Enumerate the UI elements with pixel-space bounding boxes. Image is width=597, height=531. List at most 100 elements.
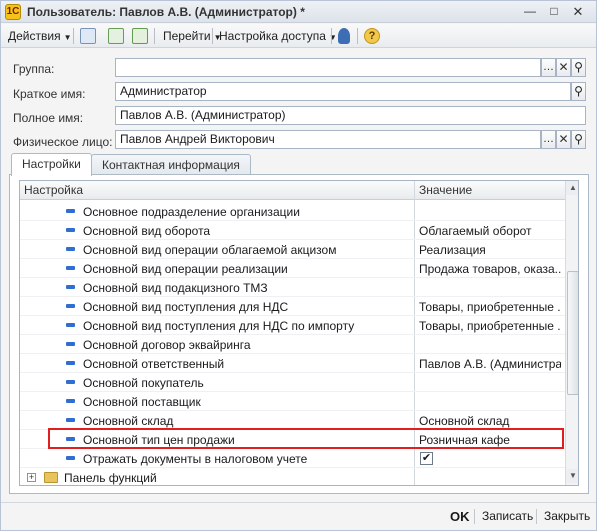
close-icon[interactable]: ✕ xyxy=(569,3,587,20)
toolbar-divider xyxy=(73,28,74,44)
group-search-icon[interactable]: ⚲ xyxy=(571,58,586,77)
toolbar-divider xyxy=(357,28,358,44)
table-row[interactable]: Основной вид операции облагаемой акцизом… xyxy=(20,240,565,259)
table-row[interactable]: Основной вид поступления для НДС Товары, … xyxy=(20,297,565,316)
setting-icon xyxy=(66,361,75,365)
setting-value[interactable]: Продажа товаров, оказа... xyxy=(419,262,561,276)
setting-value[interactable]: Реализация xyxy=(419,243,561,257)
setting-name: Основной покупатель xyxy=(83,376,204,390)
setting-name: Отражать документы в налоговом учете xyxy=(83,452,308,466)
setting-value[interactable]: Облагаемый оборот xyxy=(419,224,561,238)
copy-icon[interactable] xyxy=(132,28,148,44)
setting-name: Основной вид операции облагаемой акцизом xyxy=(83,243,337,257)
table-row[interactable]: Отражать документы в налоговом учете ✔ xyxy=(20,449,565,468)
table-row[interactable]: Основной вид оборота Облагаемый оборот xyxy=(20,221,565,240)
setting-icon xyxy=(66,380,75,384)
setting-name: Основной поставщик xyxy=(83,395,201,409)
minimize-icon[interactable]: — xyxy=(521,3,539,20)
footer-divider xyxy=(474,509,475,524)
access-settings-button[interactable]: Настройка доступа ▼ xyxy=(216,27,340,45)
setting-icon xyxy=(66,209,75,213)
person-clear-icon[interactable]: ✕ xyxy=(556,130,571,149)
setting-icon xyxy=(66,399,75,403)
app-icon: 1С xyxy=(5,4,21,20)
maximize-icon[interactable]: □ xyxy=(545,3,563,20)
save-button[interactable]: Записать xyxy=(482,508,533,525)
person-search-icon[interactable]: ⚲ xyxy=(571,130,586,149)
setting-name: Основной договор эквайринга xyxy=(83,338,251,352)
checkbox[interactable]: ✔ xyxy=(420,452,433,465)
access-settings-label: Настройка доступа xyxy=(219,29,326,43)
scroll-thumb[interactable] xyxy=(567,271,578,395)
setting-name: Основной склад xyxy=(83,414,174,428)
setting-name: Основное подразделение организации xyxy=(83,205,300,219)
actions-menu-label: Действия xyxy=(8,29,61,43)
write-and-close-icon[interactable] xyxy=(80,28,96,44)
setting-value[interactable]: Товары, приобретенные ... xyxy=(419,319,561,333)
setting-name: Основной вид поступления для НДС xyxy=(83,300,289,314)
person-select-button[interactable]: … xyxy=(541,130,556,149)
table-row[interactable]: Основной ответственный Павлов А.В. (Админ… xyxy=(20,354,565,373)
setting-icon xyxy=(66,285,75,289)
tab-contact-info[interactable]: Контактная информация xyxy=(91,154,251,175)
group-select-button[interactable]: … xyxy=(541,58,556,77)
person-field[interactable]: Павлов Андрей Викторович xyxy=(115,130,541,149)
table-row[interactable]: Основной вид поступления для НДС по импо… xyxy=(20,316,565,335)
table-row[interactable]: Основной покупатель xyxy=(20,373,565,392)
setting-name: Основной вид оборота xyxy=(83,224,211,238)
setting-name: Основной ответственный xyxy=(83,357,225,371)
group-field[interactable] xyxy=(115,58,541,77)
short-name-search-icon[interactable]: ⚲ xyxy=(571,82,586,101)
help-icon[interactable]: ? xyxy=(364,28,380,44)
setting-value[interactable]: Основной склад xyxy=(419,414,561,428)
setting-name: Основной вид поступления для НДС по импо… xyxy=(83,319,355,333)
setting-icon xyxy=(66,456,75,460)
folder-icon xyxy=(44,472,58,483)
table-row[interactable]: Основной вид подакцизного ТМЗ xyxy=(20,278,565,297)
setting-name: Основной вид операции реализации xyxy=(83,262,288,276)
actions-menu-button[interactable]: Действия ▼ xyxy=(5,27,75,45)
full-name-field[interactable]: Павлов А.В. (Администратор) xyxy=(115,106,586,125)
toolbar-divider xyxy=(154,28,155,44)
table-row[interactable]: Основной поставщик xyxy=(20,392,565,411)
group-clear-icon[interactable]: ✕ xyxy=(556,58,571,77)
person-label: Физическое лицо: xyxy=(13,135,113,149)
refresh-icon[interactable] xyxy=(108,28,124,44)
window-title: Пользователь: Павлов А.В. (Администратор… xyxy=(27,5,305,19)
toolbar: Действия ▼ Перейти ▼ Настройка доступа ▼ ? xyxy=(1,24,596,48)
setting-icon xyxy=(66,342,75,346)
setting-value[interactable]: Павлов А.В. (Администра... xyxy=(419,357,561,371)
full-name-label: Полное имя: xyxy=(13,111,84,125)
group-label: Группа: xyxy=(13,62,55,76)
go-menu-button[interactable]: Перейти ▼ xyxy=(160,27,224,45)
folder-name: Панель функций xyxy=(64,471,157,485)
table-row[interactable]: + Панель функций xyxy=(20,468,565,485)
column-header-setting[interactable]: Настройка xyxy=(24,183,83,197)
grid-scrollbar[interactable]: ▲ ▼ xyxy=(565,181,578,485)
setting-icon xyxy=(66,228,75,232)
setting-icon xyxy=(66,418,75,422)
grid-header: Настройка Значение xyxy=(20,181,578,200)
table-row[interactable]: Основное подразделение организации xyxy=(20,202,565,221)
title-bar: 1С Пользователь: Павлов А.В. (Администра… xyxy=(1,1,596,23)
user-window: 1С Пользователь: Павлов А.В. (Администра… xyxy=(0,0,597,531)
toolbar-divider xyxy=(331,28,332,44)
scroll-up-icon[interactable]: ▲ xyxy=(566,181,578,195)
tab-settings[interactable]: Настройки xyxy=(11,153,92,176)
user-icon[interactable] xyxy=(338,28,350,44)
table-row[interactable]: Основной договор эквайринга xyxy=(20,335,565,354)
scroll-down-icon[interactable]: ▼ xyxy=(566,469,578,483)
column-header-value[interactable]: Значение xyxy=(419,183,472,197)
close-button[interactable]: Закрыть xyxy=(544,508,590,525)
table-row[interactable]: Основной вид операции реализации Продажа … xyxy=(20,259,565,278)
ok-button[interactable]: OK xyxy=(450,508,470,525)
caret-down-icon: ▼ xyxy=(63,33,72,42)
setting-value[interactable]: Товары, приобретенные ... xyxy=(419,300,561,314)
footer-divider xyxy=(536,509,537,524)
expand-icon[interactable]: + xyxy=(27,473,36,482)
setting-icon xyxy=(66,304,75,308)
setting-icon xyxy=(66,266,75,270)
toolbar-divider xyxy=(212,28,213,44)
setting-icon xyxy=(66,247,75,251)
short-name-field[interactable]: Администратор xyxy=(115,82,571,101)
